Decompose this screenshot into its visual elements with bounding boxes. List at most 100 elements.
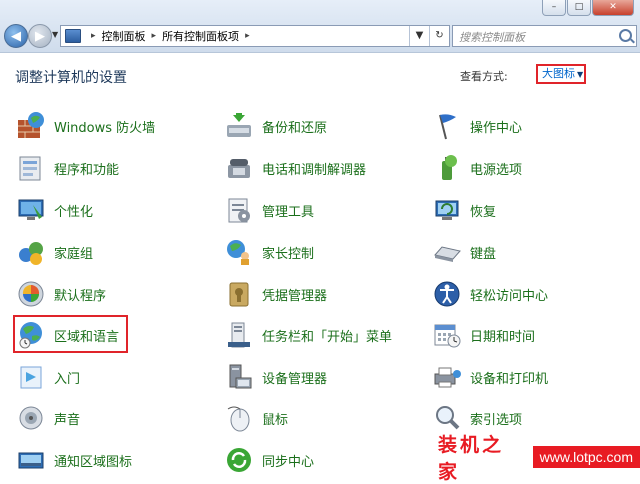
cp-item-ease-of-access[interactable]: 轻松访问中心 <box>432 277 548 311</box>
view-by-value: 大图标 <box>542 67 575 80</box>
cp-item-label: 电源选项 <box>470 162 523 178</box>
recent-pages-dropdown[interactable]: ▼ <box>52 30 58 39</box>
homegroup-icon <box>16 237 46 267</box>
cp-item-label: 区域和语言 <box>54 329 120 345</box>
cp-item-sync-center[interactable]: 同步中心 <box>224 443 314 477</box>
breadcrumb-chevron-icon[interactable]: ▸ <box>91 31 96 41</box>
breadcrumb-control-panel[interactable]: 控制面板 <box>102 28 146 44</box>
cp-item-region-language[interactable]: 区域和语言 <box>16 318 119 352</box>
cp-item-label: 声音 <box>54 412 81 428</box>
notification-area-icon <box>16 445 46 475</box>
getting-started-icon <box>16 362 46 392</box>
cp-item-label: 鼠标 <box>262 412 289 428</box>
cp-item-notification-area[interactable]: 通知区域图标 <box>16 443 132 477</box>
cp-item-label: 管理工具 <box>262 204 315 220</box>
cp-item-label: 入门 <box>54 371 81 387</box>
address-bar[interactable]: ▸ 控制面板 ▸ 所有控制面板项 ▸ ▼ ↻ <box>60 25 450 47</box>
minimize-button[interactable]: – <box>542 0 566 16</box>
cp-item-personalize[interactable]: 个性化 <box>16 193 93 227</box>
window-controls: – □ ✕ <box>542 0 634 16</box>
sync-center-icon <box>224 445 254 475</box>
cp-item-taskbar[interactable]: 任务栏和「开始」菜单 <box>224 318 392 352</box>
breadcrumb-chevron-icon[interactable]: ▸ <box>152 31 157 41</box>
cp-item-label: 家长控制 <box>262 246 315 262</box>
refresh-button[interactable]: ↻ <box>429 26 449 46</box>
close-button[interactable]: ✕ <box>592 0 634 16</box>
cp-item-parental[interactable]: 家长控制 <box>224 235 314 269</box>
cp-item-admin-tools[interactable]: 管理工具 <box>224 193 314 227</box>
breadcrumb-chevron-icon[interactable]: ▸ <box>245 31 250 41</box>
forward-button[interactable]: ▶ <box>28 24 52 48</box>
cp-item-label: 家庭组 <box>54 246 94 262</box>
recovery-icon <box>432 195 462 225</box>
sound-icon <box>16 403 46 433</box>
taskbar-start-icon <box>224 320 254 350</box>
cp-item-label: 任务栏和「开始」菜单 <box>262 329 393 345</box>
navigation-bar: – □ ✕ ◀ ▶ ▼ ▸ 控制面板 ▸ 所有控制面板项 ▸ ▼ ↻ 搜索控制面… <box>0 0 640 53</box>
cp-item-backup[interactable]: 备份和还原 <box>224 109 327 143</box>
keyboard-icon <box>432 237 462 267</box>
region-language-globe-icon <box>16 320 46 350</box>
ease-of-access-icon <box>432 279 462 309</box>
back-arrow-icon: ◀ <box>11 28 21 44</box>
cp-item-label: 凭据管理器 <box>262 288 328 304</box>
back-button[interactable]: ◀ <box>4 24 28 48</box>
cp-item-firewall[interactable]: Windows 防火墙 <box>16 109 155 143</box>
cp-item-phone-modem[interactable]: 电话和调制解调器 <box>224 151 366 185</box>
cp-item-label: 电话和调制解调器 <box>262 162 367 178</box>
cp-item-keyboard[interactable]: 键盘 <box>432 235 496 269</box>
cp-item-devices-printers[interactable]: 设备和打印机 <box>432 360 548 394</box>
cp-item-mouse[interactable]: 鼠标 <box>224 401 288 435</box>
phone-modem-icon <box>224 153 254 183</box>
forward-arrow-icon: ▶ <box>35 28 45 44</box>
mouse-icon <box>224 403 254 433</box>
address-dropdown-button[interactable]: ▼ <box>409 26 429 46</box>
view-by-dropdown[interactable]: 大图标 ▼ <box>536 64 586 84</box>
cp-item-default-programs[interactable]: 默认程序 <box>16 277 106 311</box>
cp-item-label: 同步中心 <box>262 454 315 470</box>
parental-controls-icon <box>224 237 254 267</box>
cp-item-label: 索引选项 <box>470 412 523 428</box>
search-input[interactable]: 搜索控制面板 <box>452 25 637 47</box>
cp-item-getting-started[interactable]: 入门 <box>16 360 80 394</box>
watermark: 装机之家 www.lotpc.com <box>430 434 640 483</box>
cp-item-date-time[interactable]: 日期和时间 <box>432 318 535 352</box>
breadcrumb-all-items[interactable]: 所有控制面板项 <box>162 28 239 44</box>
personalize-icon <box>16 195 46 225</box>
credential-manager-icon <box>224 279 254 309</box>
cp-item-programs[interactable]: 程序和功能 <box>16 151 119 185</box>
cp-item-homegroup[interactable]: 家庭组 <box>16 235 93 269</box>
indexing-options-icon <box>432 403 462 433</box>
watermark-url: www.lotpc.com <box>532 446 640 468</box>
cp-item-label: 默认程序 <box>54 288 107 304</box>
cp-item-action-center[interactable]: 操作中心 <box>432 109 522 143</box>
control-panel-icon <box>65 29 81 43</box>
cp-item-label: 设备管理器 <box>262 371 328 387</box>
refresh-icon: ↻ <box>435 30 444 41</box>
search-icon[interactable] <box>619 29 632 42</box>
admin-tools-icon <box>224 195 254 225</box>
cp-item-device-manager[interactable]: 设备管理器 <box>224 360 327 394</box>
watermark-logo: 装机之家 <box>438 434 505 483</box>
cp-item-label: 备份和还原 <box>262 120 328 136</box>
cp-item-label: 轻松访问中心 <box>470 288 549 304</box>
backup-icon <box>224 111 254 141</box>
devices-printers-icon <box>432 362 462 392</box>
cp-item-label: 个性化 <box>54 204 94 220</box>
chevron-down-icon: ▼ <box>577 70 584 79</box>
maximize-button[interactable]: □ <box>567 0 591 16</box>
cp-item-sound[interactable]: 声音 <box>16 401 80 435</box>
cp-item-label: 日期和时间 <box>470 329 536 345</box>
cp-item-label: 恢复 <box>470 204 497 220</box>
cp-item-recovery[interactable]: 恢复 <box>432 193 496 227</box>
cp-item-label: 通知区域图标 <box>54 454 133 470</box>
cp-item-label: 键盘 <box>470 246 497 262</box>
cp-item-label: 操作中心 <box>470 120 523 136</box>
power-options-icon <box>432 153 462 183</box>
action-center-flag-icon <box>432 111 462 141</box>
cp-item-power[interactable]: 电源选项 <box>432 151 522 185</box>
cp-item-credential-manager[interactable]: 凭据管理器 <box>224 277 327 311</box>
cp-item-label: Windows 防火墙 <box>54 120 156 136</box>
page-title: 调整计算机的设置 <box>15 70 127 86</box>
search-placeholder: 搜索控制面板 <box>459 31 525 44</box>
